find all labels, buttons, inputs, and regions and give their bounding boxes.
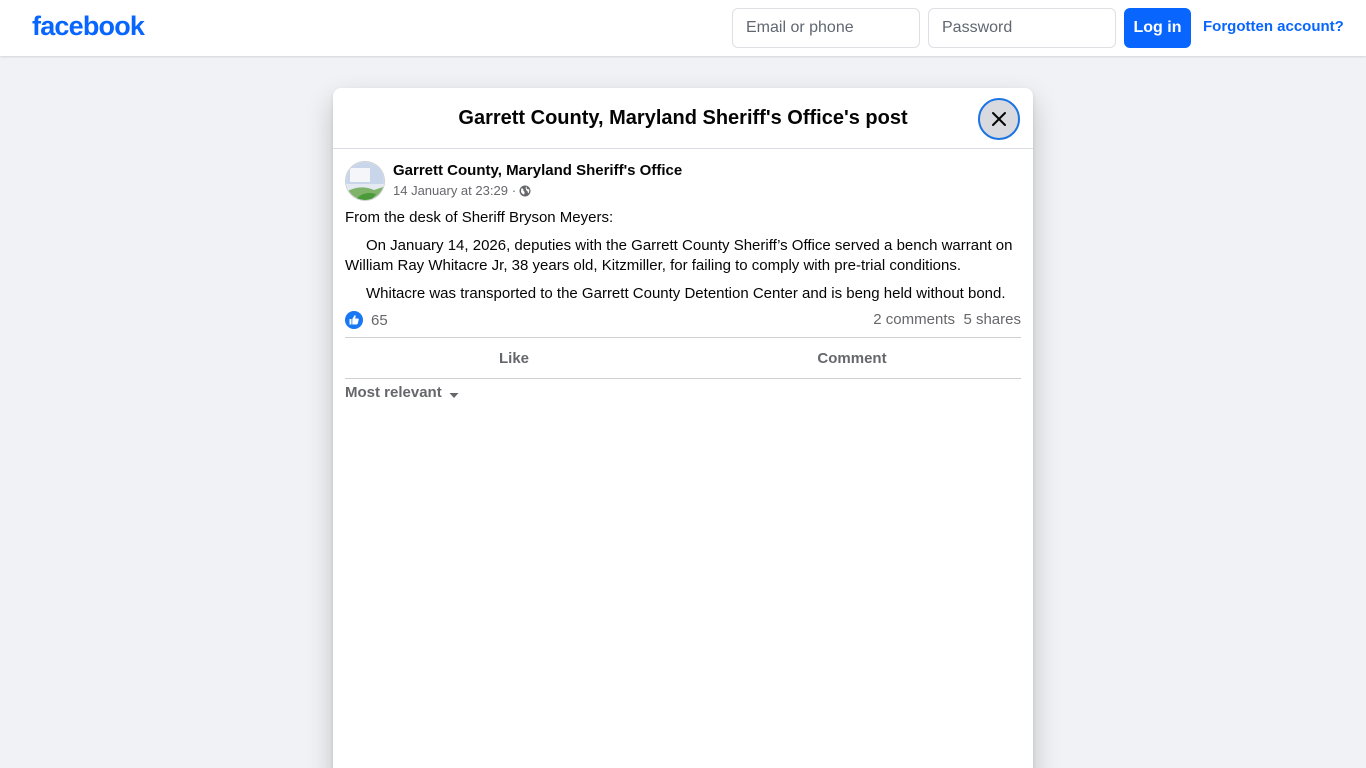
comment-count[interactable]: 2 comments (873, 311, 955, 328)
comment-sort-label: Most relevant (345, 384, 442, 401)
post-text: From the desk of Sheriff Bryson Meyers: … (345, 208, 1021, 312)
comment-sort-dropdown[interactable]: Most relevant (345, 384, 460, 401)
post-paragraph: On January 14, 2026, deputies with the G… (345, 237, 1013, 274)
caret-down-icon (449, 392, 459, 398)
post-meta: 14 January at 23:29 · (393, 183, 531, 198)
avatar-image (346, 162, 384, 200)
dialog-title: Garrett County, Maryland Sheriff's Offic… (458, 107, 908, 129)
share-count[interactable]: 5 shares (963, 311, 1021, 328)
forgotten-account-link[interactable]: Forgotten account? (1203, 18, 1344, 35)
post-timestamp[interactable]: 14 January at 23:29 (393, 183, 508, 198)
post-paragraph: Whitacre was transported to the Garrett … (366, 285, 1006, 302)
reactions-summary: 65 2 comments 5 shares (345, 310, 1021, 330)
password-input[interactable] (928, 8, 1116, 48)
facebook-logo[interactable]: facebook (32, 11, 145, 42)
reaction-count[interactable]: 65 (371, 312, 388, 329)
comment-button[interactable]: Comment (683, 338, 1021, 378)
login-button[interactable]: Log in (1124, 8, 1191, 48)
close-icon (992, 112, 1006, 126)
post-author-name[interactable]: Garrett County, Maryland Sheriff's Offic… (393, 162, 682, 179)
like-reaction-icon[interactable] (345, 311, 363, 329)
email-input[interactable] (732, 8, 920, 48)
like-button[interactable]: Like (345, 338, 683, 378)
globe-icon (519, 185, 531, 196)
page-avatar[interactable] (345, 161, 385, 201)
post-actions: Like Comment (345, 337, 1021, 379)
dialog-header: Garrett County, Maryland Sheriff's Offic… (333, 88, 1033, 149)
close-button[interactable] (978, 98, 1020, 140)
top-navigation-bar: facebook Log in Forgotten account? (0, 0, 1366, 56)
post-paragraph: From the desk of Sheriff Bryson Meyers: (345, 209, 614, 226)
meta-separator: · (511, 183, 517, 198)
post-dialog: Garrett County, Maryland Sheriff's Offic… (333, 88, 1033, 768)
